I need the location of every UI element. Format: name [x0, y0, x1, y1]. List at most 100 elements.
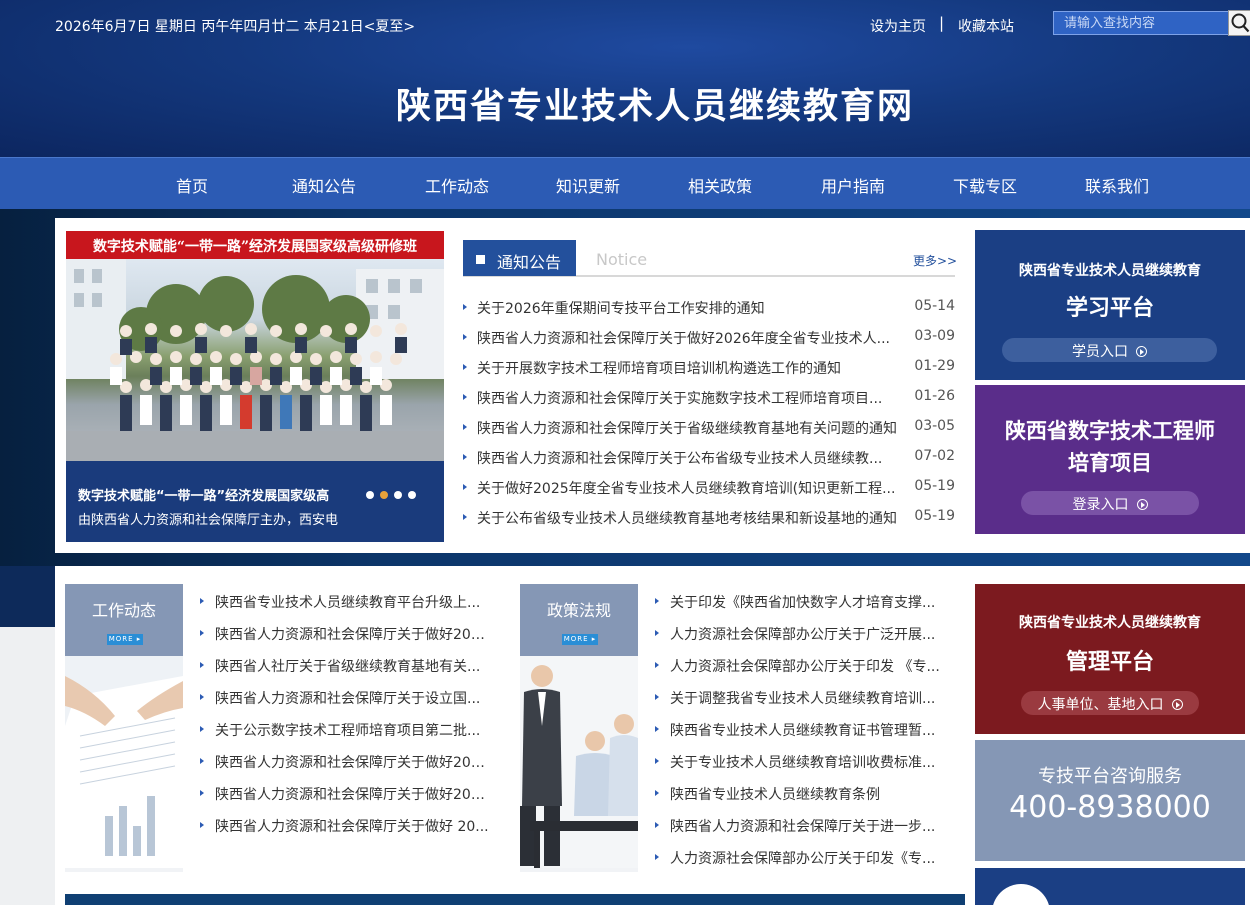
bullet-icon	[200, 630, 204, 636]
work-item-title[interactable]: 陕西省人力资源和社会保障厅关于做好202...	[215, 784, 491, 804]
nav-home[interactable]: 首页	[176, 173, 208, 197]
nav-download[interactable]: 下载专区	[953, 173, 1017, 197]
policy-item-title[interactable]: 陕西省专业技术人员继续教育条例	[670, 784, 946, 804]
date-line: 2026年6月7日 星期日 丙午年四月廿二 本月21日<夏至>	[55, 19, 416, 35]
login-entry-button[interactable]: 登录入口	[1021, 491, 1199, 515]
notice-item[interactable]: 关于2026年重保期间专技平台工作安排的通知 05-14	[463, 298, 955, 318]
policy-item[interactable]: 关于印发《陕西省加快数字人才培育支撑...	[655, 592, 950, 612]
digital-engineer-card[interactable]: 陕西省数字技术工程师 培育项目 登录入口	[975, 385, 1245, 534]
work-item[interactable]: 关于公示数字技术工程师培育项目第二批...	[200, 720, 495, 740]
work-news-block: 工作动态 MORE ▸	[65, 584, 183, 872]
policy-item-title[interactable]: 人力资源社会保障部办公厅关于印发 《专...	[670, 656, 946, 676]
bullet-icon	[655, 662, 659, 668]
policy-block: 政策法规 MORE ▸	[520, 584, 638, 872]
slider-dot[interactable]	[408, 491, 416, 499]
notice-item[interactable]: 陕西省人力资源和社会保障厅关于省级继续教育基地有关问题的通知 03-05	[463, 418, 955, 438]
notice-item[interactable]: 陕西省人力资源和社会保障厅关于做好2026年度全省专业技术人... 03-09	[463, 328, 955, 348]
slide-banner: 数字技术赋能“一带一路”经济发展国家级高级研修班	[66, 231, 444, 259]
work-item[interactable]: 陕西省专业技术人员继续教育平台升级上...	[200, 592, 495, 612]
notice-title[interactable]: 陕西省人力资源和社会保障厅关于公布省级专业技术人员继续教...	[477, 448, 901, 468]
bullet-icon	[463, 364, 467, 370]
group-photo[interactable]	[66, 259, 444, 461]
work-item[interactable]: 陕西省人力资源和社会保障厅关于做好202...	[200, 624, 495, 644]
work-item[interactable]: 陕西省人力资源和社会保障厅关于做好202...	[200, 752, 495, 772]
bookmark-link[interactable]: 收藏本站	[958, 16, 1014, 36]
bullet-icon	[463, 304, 467, 310]
study-platform-card[interactable]: 陕西省专业技术人员继续教育 学习平台 学员入口	[975, 230, 1245, 380]
work-item-title[interactable]: 陕西省人力资源和社会保障厅关于做好 20...	[215, 816, 491, 836]
work-item-title[interactable]: 关于公示数字技术工程师培育项目第二批...	[215, 720, 491, 740]
work-item-title[interactable]: 陕西省人力资源和社会保障厅关于设立国...	[215, 688, 491, 708]
digital-card-title-line2: 培育项目	[1068, 451, 1152, 475]
policy-item-title[interactable]: 关于调整我省专业技术人员继续教育培训...	[670, 688, 946, 708]
policy-item-title[interactable]: 陕西省人力资源和社会保障厅关于进一步...	[670, 816, 946, 836]
policy-item-title[interactable]: 人力资源社会保障部办公厅关于广泛开展...	[670, 624, 946, 644]
search-button[interactable]	[1228, 10, 1250, 36]
policy-more-button[interactable]: MORE ▸	[562, 634, 598, 645]
policy-item-title[interactable]: 陕西省专业技术人员继续教育证书管理暂...	[670, 720, 946, 740]
policy-item-title[interactable]: 关于印发《陕西省加快数字人才培育支撑...	[670, 592, 946, 612]
document-hands-illustration	[65, 656, 183, 868]
notice-item[interactable]: 陕西省人力资源和社会保障厅关于实施数字技术工程师培育项目... 01-26	[463, 388, 955, 408]
work-item-title[interactable]: 陕西省人力资源和社会保障厅关于做好202...	[215, 752, 491, 772]
bullet-icon	[655, 726, 659, 732]
manage-card-subtitle: 陕西省专业技术人员继续教育	[1019, 615, 1201, 631]
slide-caption-title[interactable]: 数字技术赋能“一带一路”经济发展国家级高	[78, 485, 329, 504]
nav-policy[interactable]: 相关政策	[688, 173, 752, 197]
policy-item[interactable]: 关于专业技术人员继续教育培训收费标准...	[655, 752, 950, 772]
notice-item[interactable]: 关于公布省级专业技术人员继续教育基地考核结果和新设基地的通知 05-19	[463, 508, 955, 528]
slider-dot[interactable]	[394, 491, 402, 499]
search-input[interactable]	[1053, 11, 1229, 35]
notice-title[interactable]: 关于做好2025年度全省专业技术人员继续教育培训(知识更新工程...	[477, 478, 901, 498]
policy-item[interactable]: 关于调整我省专业技术人员继续教育培训...	[655, 688, 950, 708]
policy-item[interactable]: 陕西省人力资源和社会保障厅关于进一步...	[655, 816, 950, 836]
policy-item[interactable]: 人力资源社会保障部办公厅关于印发《专...	[655, 848, 950, 868]
bullet-icon	[463, 484, 467, 490]
set-home-link[interactable]: 设为主页	[870, 16, 926, 36]
work-item-title[interactable]: 陕西省专业技术人员继续教育平台升级上...	[215, 592, 491, 612]
notice-more-link[interactable]: 更多>>	[913, 252, 957, 269]
work-item[interactable]: 陕西省人力资源和社会保障厅关于设立国...	[200, 688, 495, 708]
notice-title[interactable]: 关于2026年重保期间专技平台工作安排的通知	[477, 298, 901, 318]
management-platform-card[interactable]: 陕西省专业技术人员继续教育 管理平台 人事单位、基地入口	[975, 584, 1245, 734]
separator: |	[939, 14, 945, 32]
notice-title[interactable]: 关于公布省级专业技术人员继续教育基地考核结果和新设基地的通知	[477, 508, 901, 528]
student-entry-button[interactable]: 学员入口	[1002, 338, 1217, 362]
work-more-button[interactable]: MORE ▸	[107, 634, 143, 645]
notice-item[interactable]: 关于开展数字技术工程师培育项目培训机构遴选工作的通知 01-29	[463, 358, 955, 378]
nav-work[interactable]: 工作动态	[425, 173, 489, 197]
policy-item[interactable]: 陕西省专业技术人员继续教育条例	[655, 784, 950, 804]
notice-item[interactable]: 陕西省人力资源和社会保障厅关于公布省级专业技术人员继续教... 07-02	[463, 448, 955, 468]
work-item[interactable]: 陕西省人力资源和社会保障厅关于做好 20...	[200, 816, 495, 836]
policy-item[interactable]: 人力资源社会保障部办公厅关于印发 《专...	[655, 656, 950, 676]
nav-guide[interactable]: 用户指南	[821, 173, 885, 197]
policy-item[interactable]: 人力资源社会保障部办公厅关于广泛开展...	[655, 624, 950, 644]
work-item-title[interactable]: 陕西省人力资源和社会保障厅关于做好202...	[215, 624, 491, 644]
news-slider[interactable]: 数字技术赋能“一带一路”经济发展国家级高级研修班 数字技术赋能“一带一路”经济发…	[66, 231, 444, 542]
extra-service-card[interactable]	[975, 868, 1245, 905]
notice-title[interactable]: 陕西省人力资源和社会保障厅关于做好2026年度全省专业技术人...	[477, 328, 901, 348]
notice-title[interactable]: 关于开展数字技术工程师培育项目培训机构遴选工作的通知	[477, 358, 901, 378]
notice-date: 03-05	[914, 418, 955, 434]
org-entry-button[interactable]: 人事单位、基地入口	[1021, 691, 1199, 715]
consult-phone[interactable]: 400-8938000	[975, 790, 1245, 825]
play-circle-icon	[1171, 699, 1183, 710]
policy-item-title[interactable]: 人力资源社会保障部办公厅关于印发《专...	[670, 848, 946, 868]
nav-knowledge[interactable]: 知识更新	[556, 173, 620, 197]
slider-dot[interactable]	[366, 491, 374, 499]
main-nav: 首页 通知公告 工作动态 知识更新 相关政策 用户指南 下载专区 联系我们	[0, 157, 1250, 209]
work-item[interactable]: 陕西省人社厅关于省级继续教育基地有关...	[200, 656, 495, 676]
notice-title[interactable]: 陕西省人力资源和社会保障厅关于省级继续教育基地有关问题的通知	[477, 418, 901, 438]
slider-dot-active[interactable]	[380, 491, 388, 499]
manage-card-title: 管理平台	[1065, 650, 1154, 675]
bullet-icon	[655, 822, 659, 828]
nav-notice[interactable]: 通知公告	[292, 173, 356, 197]
work-item[interactable]: 陕西省人力资源和社会保障厅关于做好202...	[200, 784, 495, 804]
notice-item[interactable]: 关于做好2025年度全省专业技术人员继续教育培训(知识更新工程... 05-19	[463, 478, 955, 498]
policy-item-title[interactable]: 关于专业技术人员继续教育培训收费标准...	[670, 752, 946, 772]
bullet-icon	[200, 790, 204, 796]
nav-contact[interactable]: 联系我们	[1085, 173, 1149, 197]
notice-title[interactable]: 陕西省人力资源和社会保障厅关于实施数字技术工程师培育项目...	[477, 388, 901, 408]
work-item-title[interactable]: 陕西省人社厅关于省级继续教育基地有关...	[215, 656, 491, 676]
policy-item[interactable]: 陕西省专业技术人员继续教育证书管理暂...	[655, 720, 950, 740]
